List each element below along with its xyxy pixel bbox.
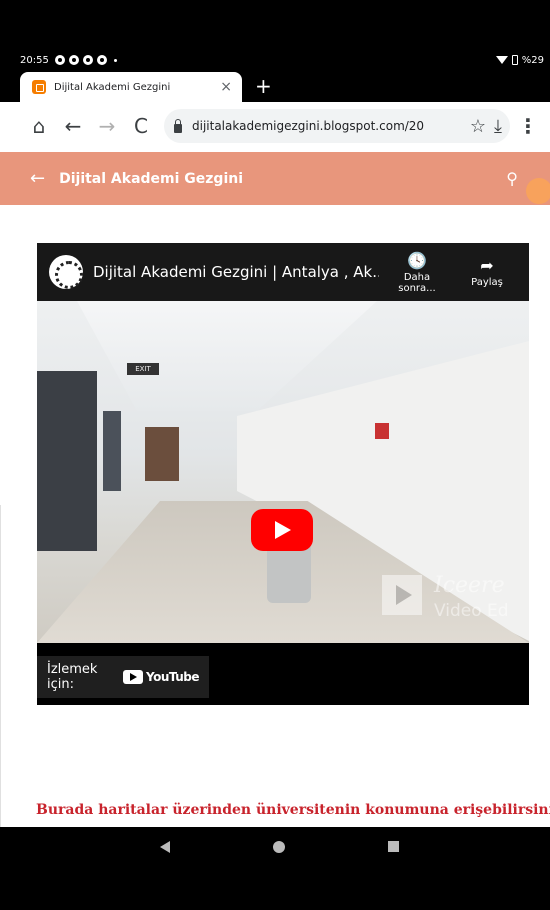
floating-video-button[interactable] xyxy=(526,178,550,204)
youtube-logo: YouTube xyxy=(122,670,200,684)
status-right: %29 xyxy=(495,54,544,66)
share-arrow-icon: ➦ xyxy=(480,256,494,275)
thumbnail-pillar xyxy=(103,411,121,491)
nav-home-icon[interactable] xyxy=(273,841,285,853)
notification-icon xyxy=(54,55,65,65)
lock-icon[interactable] xyxy=(174,118,182,133)
home-button[interactable]: ⌂ xyxy=(22,109,56,143)
battery-icon xyxy=(511,55,518,65)
search-icon[interactable]: ⚲ xyxy=(506,169,518,188)
post-content: Dijital Akademi Gezgini | Antalya , Ak..… xyxy=(0,205,550,910)
wifi-icon xyxy=(495,56,508,64)
blogger-favicon-icon xyxy=(32,80,46,94)
watch-later-button[interactable]: 🕓 Daha sonra... xyxy=(385,251,449,294)
youtube-wordmark: YouTube xyxy=(145,670,200,684)
new-tab-button[interactable]: + xyxy=(255,76,272,96)
channel-avatar[interactable] xyxy=(49,255,83,289)
android-nav-bar xyxy=(0,827,550,910)
watch-later-label: Daha sonra... xyxy=(398,271,436,294)
url-text[interactable]: dijitalakademigezgini.blogspot.com/20 xyxy=(192,119,462,133)
reload-button[interactable]: C xyxy=(124,109,158,143)
clock-icon: 🕓 xyxy=(407,250,427,270)
thumbnail-fire-alarm xyxy=(375,423,389,439)
forward-button[interactable]: → xyxy=(90,109,124,143)
watermark-line1: Iceere xyxy=(434,573,505,598)
nav-recents-icon[interactable] xyxy=(388,841,399,852)
thumbnail-door xyxy=(145,427,179,481)
youtube-embed[interactable]: Dijital Akademi Gezgini | Antalya , Ak..… xyxy=(37,243,529,705)
browser-tab[interactable]: Dijital Akademi Gezgini × xyxy=(20,72,242,102)
share-label: Paylaş xyxy=(471,277,503,288)
video-thumbnail[interactable]: EXIT Iceere Video Ed xyxy=(37,301,529,643)
thumbnail-left-wall xyxy=(37,371,97,551)
video-title[interactable]: Dijital Akademi Gezgini | Antalya , Ak..… xyxy=(93,263,379,281)
battery-percent: %29 xyxy=(521,54,544,66)
watermark-play-icon xyxy=(382,575,422,615)
status-bar: 20:55 %29 xyxy=(0,50,550,70)
nav-back-icon[interactable] xyxy=(160,841,170,853)
video-editor-watermark: Iceere Video Ed xyxy=(382,573,529,625)
status-time: 20:55 xyxy=(20,54,49,66)
blog-title[interactable]: Dijital Akademi Gezgini xyxy=(59,171,506,187)
notification-icon xyxy=(96,55,107,65)
bookmark-star-icon[interactable]: ☆ xyxy=(470,116,486,137)
video-footer: İzlemek için: YouTube xyxy=(37,643,529,705)
tab-title: Dijital Akademi Gezgini xyxy=(54,81,171,93)
more-notifications-dot-icon xyxy=(113,58,117,62)
watermark-line2: Video Ed xyxy=(434,601,509,621)
notification-icon xyxy=(82,55,93,65)
download-icon[interactable]: ⤓ xyxy=(494,116,502,137)
close-tab-icon[interactable]: × xyxy=(220,79,232,95)
notification-icon xyxy=(68,55,79,65)
browser-menu-icon[interactable]: ⋮ xyxy=(516,114,540,138)
watch-on-label: İzlemek için: xyxy=(47,662,98,692)
back-arrow-icon[interactable]: ← xyxy=(30,168,45,189)
map-location-link[interactable]: Burada haritalar üzerinden üniversitenin… xyxy=(36,802,550,818)
blog-header: ← Dijital Akademi Gezgini ⚲ xyxy=(0,152,550,205)
share-button[interactable]: ➦ Paylaş xyxy=(455,256,519,288)
play-button[interactable] xyxy=(251,509,313,551)
back-button[interactable]: ← xyxy=(56,109,90,143)
youtube-play-icon xyxy=(122,670,143,684)
browser-toolbar: ⌂ ← → C dijitalakademigezgini.blogspot.c… xyxy=(0,102,550,150)
thumbnail-exit-sign: EXIT xyxy=(127,363,159,375)
tab-strip: Dijital Akademi Gezgini × + xyxy=(0,70,550,102)
video-title-bar: Dijital Akademi Gezgini | Antalya , Ak..… xyxy=(37,243,529,301)
address-bar[interactable]: dijitalakademigezgini.blogspot.com/20 ☆ … xyxy=(164,109,510,143)
watch-on-youtube-button[interactable]: İzlemek için: YouTube xyxy=(37,656,209,698)
exit-sign-text: EXIT xyxy=(135,365,151,373)
